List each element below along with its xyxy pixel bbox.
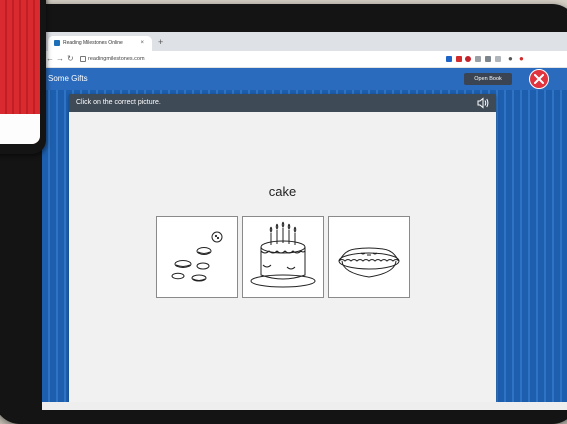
reading-app: Some Gifts Open Book Click on the correc… [42,68,567,410]
speaker-icon[interactable] [476,96,490,110]
choice-cake[interactable] [242,216,324,298]
pie-picture [338,247,400,278]
new-tab-button[interactable]: + [158,35,163,50]
phone-device [0,0,46,154]
book-title: Some Gifts [48,74,88,83]
tablet-device: Reading Milestones Online × + ← → ↻ read… [0,4,567,424]
extension-red-icon[interactable] [456,56,462,62]
choice-pie[interactable] [328,216,410,298]
site-favicon-icon [54,40,60,46]
birthday-cake-picture [250,221,316,288]
app-header: Some Gifts Open Book [42,68,567,90]
close-icon [534,74,544,84]
lock-icon [80,56,86,62]
sidebar-icon[interactable] [495,56,501,62]
extension-red-dot-icon[interactable]: ● [519,54,524,64]
phone-screen [0,0,40,144]
tab-close-icon[interactable]: × [140,36,144,51]
close-button[interactable] [529,69,549,89]
extension-grey-icon[interactable] [475,56,481,62]
browser-tab-title: Reading Milestones Online [63,40,123,46]
activity-panel: Click on the correct picture. cake [69,94,496,402]
cookies-picture [171,231,223,282]
profile-avatar-icon[interactable]: ● [508,54,513,64]
instruction-bar: Click on the correct picture. [69,94,496,112]
forward-icon[interactable]: → [56,53,64,65]
open-book-button[interactable]: Open Book [464,73,512,85]
extensions-puzzle-icon[interactable] [485,56,491,62]
extension-blue-icon[interactable] [446,56,452,62]
browser-toolbar: ← → ↻ readingmilestones.com ● ● [42,51,567,68]
back-icon[interactable]: ← [46,53,54,65]
instruction-text: Click on the correct picture. [76,99,161,106]
choice-cookies[interactable] [156,216,238,298]
target-word: cake [268,184,297,199]
extension-round-red-icon[interactable] [465,56,471,62]
browser-tab-strip: Reading Milestones Online × + [42,32,567,51]
phone-screen-panel [0,114,40,144]
browser-tab[interactable]: Reading Milestones Online × [48,36,152,51]
reload-icon[interactable]: ↻ [67,53,74,65]
tablet-screen: Reading Milestones Online × + ← → ↻ read… [42,32,567,410]
app-footer-strip [42,402,567,410]
picture-choices [156,216,412,300]
address-bar[interactable]: readingmilestones.com [88,53,145,65]
